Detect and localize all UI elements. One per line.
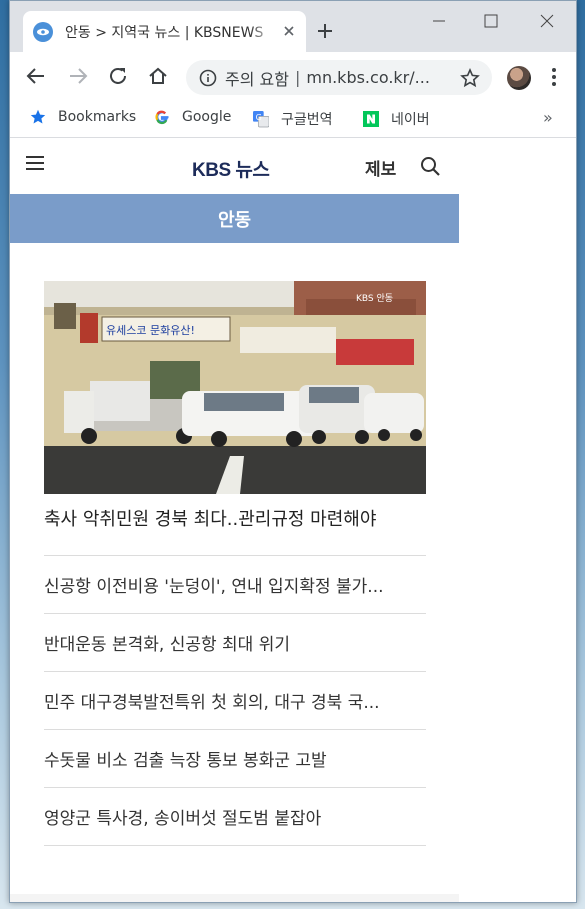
svg-text:G: G: [256, 113, 262, 122]
bookmark-item-naver[interactable]: 네이버: [363, 109, 430, 129]
horizontal-scrollbar[interactable]: [10, 894, 459, 902]
back-icon[interactable]: [24, 64, 48, 88]
region-title-bar: 안동: [10, 194, 459, 243]
maximize-icon[interactable]: [480, 11, 502, 31]
kbs-news-logo[interactable]: KBS 뉴스: [192, 155, 270, 182]
star-icon: [30, 109, 46, 125]
site-header: KBS 뉴스 제보: [10, 139, 459, 194]
featured-headline[interactable]: 축사 악취민원 경북 최다..관리규정 마련해야: [44, 505, 426, 531]
address-separator: |: [294, 68, 301, 87]
bookmarks-overflow-button[interactable]: »: [543, 108, 553, 127]
search-icon[interactable]: [420, 156, 440, 176]
bookmark-star-icon[interactable]: [460, 68, 480, 88]
news-item-title: 영양군 특사경, 송이버섯 절도범 붙잡아: [44, 808, 322, 829]
bookmark-label: 네이버: [391, 112, 430, 128]
page-content: KBS 뉴스 제보 안동 유세스코 문화유산! KBS 안동 축사 악취민원 경…: [10, 139, 459, 902]
bookmark-item-translate[interactable]: G 구글번역: [253, 109, 333, 129]
security-label: 주의 요함: [225, 69, 289, 89]
reload-icon[interactable]: [106, 64, 130, 88]
news-item-title: 수돗물 비소 검출 늑장 통보 봉화군 고발: [44, 750, 327, 771]
tab-title: 안동 > 지역국 뉴스 | KBSNEWS: [65, 24, 264, 41]
home-icon[interactable]: [146, 64, 170, 88]
new-tab-icon[interactable]: [315, 21, 335, 41]
photo-watermark: KBS 안동: [356, 293, 393, 304]
hamburger-menu-icon[interactable]: [26, 155, 44, 171]
bookmark-label: Google: [182, 109, 232, 125]
news-list-item[interactable]: 민주 대구경북발전특위 첫 회의, 대구 경북 국...: [44, 671, 426, 729]
naver-icon: [363, 111, 379, 127]
address-bar[interactable]: 주의 요함 | mn.kbs.co.kr/...: [186, 60, 492, 95]
bookmark-item-google[interactable]: Google: [154, 109, 231, 125]
bookmark-item-bookmarks[interactable]: Bookmarks: [30, 109, 136, 125]
region-title: 안동: [217, 209, 252, 231]
divider: [44, 845, 426, 846]
browser-toolbar: 주의 요함 | mn.kbs.co.kr/...: [10, 52, 576, 100]
bookmarks-bar: Bookmarks Google G 구글번역 네이버 »: [10, 100, 576, 138]
info-icon[interactable]: [199, 69, 217, 87]
minimize-icon[interactable]: [428, 11, 450, 31]
browser-tab[interactable]: 안동 > 지역국 뉴스 | KBSNEWS: [23, 11, 306, 52]
translate-icon: G: [253, 111, 269, 128]
news-list-item[interactable]: 영양군 특사경, 송이버섯 절도범 붙잡아: [44, 787, 426, 845]
news-list-item[interactable]: 신공항 이전비용 '눈덩이', 연내 입지확정 불가...: [44, 555, 426, 613]
bookmark-label: 구글번역: [281, 112, 333, 128]
browser-menu-icon[interactable]: [550, 65, 558, 89]
page-blank-area: [459, 139, 576, 902]
news-item-title: 민주 대구경북발전특위 첫 회의, 대구 경북 국...: [44, 692, 380, 713]
close-window-icon[interactable]: [536, 11, 558, 31]
forward-icon[interactable]: [66, 64, 90, 88]
close-tab-icon[interactable]: [281, 23, 297, 39]
bookmark-label: Bookmarks: [58, 109, 137, 125]
photo-sign-text: 유세스코 문화유산!: [106, 324, 195, 337]
news-item-title: 반대운동 본격화, 신공항 최대 위기: [44, 634, 290, 655]
google-icon: [154, 109, 170, 125]
news-photo[interactable]: 유세스코 문화유산! KBS 안동: [44, 281, 426, 494]
tab-strip: 안동 > 지역국 뉴스 | KBSNEWS: [10, 1, 576, 52]
profile-avatar[interactable]: [507, 66, 531, 90]
report-link[interactable]: 제보: [365, 155, 396, 180]
news-list-item[interactable]: 반대운동 본격화, 신공항 최대 위기: [44, 613, 426, 671]
url-text: mn.kbs.co.kr/...: [306, 68, 430, 87]
kbs-favicon-icon: [33, 21, 53, 42]
news-list-item[interactable]: 수돗물 비소 검출 늑장 통보 봉화군 고발: [44, 729, 426, 787]
browser-window: 안동 > 지역국 뉴스 | KBSNEWS 주의 요함 | mn.kbs.co.…: [9, 0, 577, 903]
news-item-title: 신공항 이전비용 '눈덩이', 연내 입지확정 불가...: [44, 576, 384, 597]
